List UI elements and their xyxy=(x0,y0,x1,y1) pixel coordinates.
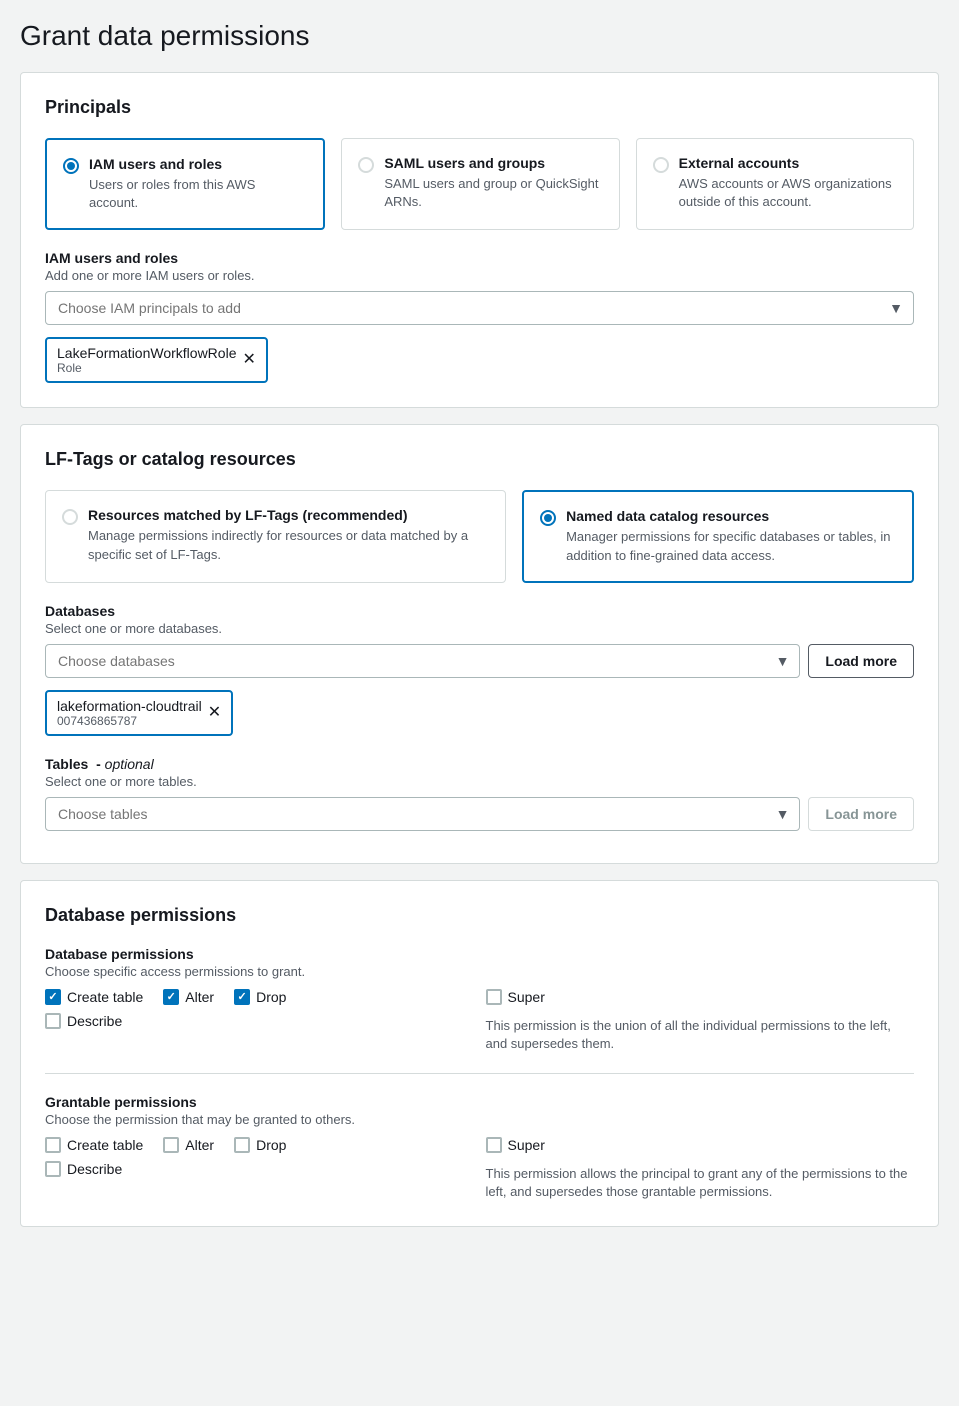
iam-select-input[interactable] xyxy=(46,292,913,324)
option-iam-title: IAM users and roles xyxy=(89,156,307,172)
cb-super-g-label: Super xyxy=(508,1137,545,1153)
principals-section: Principals IAM users and roles Users or … xyxy=(20,72,939,408)
iam-tag-chip: LakeFormationWorkflowRole Role ✕ xyxy=(45,337,268,383)
iam-tag-close[interactable]: ✕ xyxy=(242,352,255,368)
tables-select-wrapper[interactable]: ▼ xyxy=(45,797,800,831)
option-iam-desc: Users or roles from this AWS account. xyxy=(89,176,307,212)
db-permissions-group: Database permissions Choose specific acc… xyxy=(45,946,914,1053)
db-perm-label: Database permissions xyxy=(45,946,914,962)
databases-tag-label: lakeformation-cloudtrail xyxy=(57,698,202,714)
databases-label: Databases xyxy=(45,603,914,619)
databases-select-wrapper[interactable]: ▼ xyxy=(45,644,800,678)
cb-alter[interactable]: Alter xyxy=(163,989,214,1005)
lf-tags-section-title: LF-Tags or catalog resources xyxy=(45,449,914,470)
cb-create-table-g-box[interactable] xyxy=(45,1137,61,1153)
tables-load-more-button[interactable]: Load more xyxy=(808,797,914,831)
cb-drop-g[interactable]: Drop xyxy=(234,1137,286,1153)
databases-select-row: ▼ Load more xyxy=(45,644,914,678)
page-title: Grant data permissions xyxy=(20,20,939,52)
option-external-desc: AWS accounts or AWS organizations outsid… xyxy=(679,175,897,211)
lf-tags-options-row: Resources matched by LF-Tags (recommende… xyxy=(45,490,914,582)
cb-super-g-box[interactable] xyxy=(486,1137,502,1153)
cb-alter-box[interactable] xyxy=(163,989,179,1005)
option-saml-desc: SAML users and group or QuickSight ARNs. xyxy=(384,175,602,211)
cb-describe-g-box[interactable] xyxy=(45,1161,61,1177)
cb-alter-g-box[interactable] xyxy=(163,1137,179,1153)
cb-create-table[interactable]: Create table xyxy=(45,989,143,1005)
option-external[interactable]: External accounts AWS accounts or AWS or… xyxy=(636,138,914,230)
cb-super-box[interactable] xyxy=(486,989,502,1005)
principals-section-title: Principals xyxy=(45,97,914,118)
cb-describe-g[interactable]: Describe xyxy=(45,1161,122,1177)
cb-describe[interactable]: Describe xyxy=(45,1013,122,1029)
cb-super-g[interactable]: Super xyxy=(486,1137,545,1153)
grantable-perm-label: Grantable permissions xyxy=(45,1094,914,1110)
cb-alter-g[interactable]: Alter xyxy=(163,1137,214,1153)
cb-drop-label: Drop xyxy=(256,989,286,1005)
iam-tag-label: LakeFormationWorkflowRole xyxy=(57,345,236,361)
radio-saml[interactable] xyxy=(358,157,374,173)
cb-drop[interactable]: Drop xyxy=(234,989,286,1005)
grantable-perm-desc: Choose the permission that may be grante… xyxy=(45,1112,914,1127)
option-external-title: External accounts xyxy=(679,155,897,171)
database-permissions-section: Database permissions Database permission… xyxy=(20,880,939,1227)
lf-tags-section: LF-Tags or catalog resources Resources m… xyxy=(20,424,939,863)
option-named-desc: Manager permissions for specific databas… xyxy=(566,528,896,564)
tables-select-row: ▼ Load more xyxy=(45,797,914,831)
super-g-desc: This permission allows the principal to … xyxy=(486,1165,915,1201)
tables-desc: Select one or more tables. xyxy=(45,774,914,789)
cb-create-table-g[interactable]: Create table xyxy=(45,1137,143,1153)
databases-tag-chip: lakeformation-cloudtrail 007436865787 ✕ xyxy=(45,690,233,736)
cb-describe-g-label: Describe xyxy=(67,1161,122,1177)
cb-alter-label: Alter xyxy=(185,989,214,1005)
option-lf-tags[interactable]: Resources matched by LF-Tags (recommende… xyxy=(45,490,506,582)
iam-field-group: IAM users and roles Add one or more IAM … xyxy=(45,250,914,383)
databases-tag-close[interactable]: ✕ xyxy=(208,705,221,721)
db-perm-desc: Choose specific access permissions to gr… xyxy=(45,964,914,979)
grantable-perm-grid: Create table Alter Drop Describe xyxy=(45,1137,914,1201)
db-perm-grid: Create table Alter Drop xyxy=(45,989,914,1053)
cb-create-table-g-label: Create table xyxy=(67,1137,143,1153)
option-saml-title: SAML users and groups xyxy=(384,155,602,171)
radio-lf-tags[interactable] xyxy=(62,509,78,525)
tables-select-input[interactable] xyxy=(46,798,799,830)
cb-alter-g-label: Alter xyxy=(185,1137,214,1153)
tables-label: Tables - optional xyxy=(45,756,914,772)
radio-named[interactable] xyxy=(540,510,556,526)
option-lf-tags-title: Resources matched by LF-Tags (recommende… xyxy=(88,507,489,523)
option-saml[interactable]: SAML users and groups SAML users and gro… xyxy=(341,138,619,230)
option-iam[interactable]: IAM users and roles Users or roles from … xyxy=(45,138,325,230)
radio-external[interactable] xyxy=(653,157,669,173)
radio-iam[interactable] xyxy=(63,158,79,174)
option-named[interactable]: Named data catalog resources Manager per… xyxy=(522,490,914,582)
cb-drop-box[interactable] xyxy=(234,989,250,1005)
grantable-permissions-group: Grantable permissions Choose the permiss… xyxy=(45,1094,914,1201)
cb-super-label: Super xyxy=(508,989,545,1005)
iam-field-desc: Add one or more IAM users or roles. xyxy=(45,268,914,283)
cb-describe-box[interactable] xyxy=(45,1013,61,1029)
cb-drop-g-label: Drop xyxy=(256,1137,286,1153)
databases-desc: Select one or more databases. xyxy=(45,621,914,636)
iam-field-label: IAM users and roles xyxy=(45,250,914,266)
option-named-title: Named data catalog resources xyxy=(566,508,896,524)
databases-field-group: Databases Select one or more databases. … xyxy=(45,603,914,736)
cb-super[interactable]: Super xyxy=(486,989,545,1005)
permissions-divider xyxy=(45,1073,914,1074)
tables-field-group: Tables - optional Select one or more tab… xyxy=(45,756,914,831)
iam-select-wrapper[interactable]: ▼ xyxy=(45,291,914,325)
cb-drop-g-box[interactable] xyxy=(234,1137,250,1153)
principals-options-row: IAM users and roles Users or roles from … xyxy=(45,138,914,230)
option-lf-tags-desc: Manage permissions indirectly for resour… xyxy=(88,527,489,563)
database-permissions-title: Database permissions xyxy=(45,905,914,926)
databases-tag-sub: 007436865787 xyxy=(57,714,202,728)
super-desc: This permission is the union of all the … xyxy=(486,1017,915,1053)
cb-describe-label: Describe xyxy=(67,1013,122,1029)
cb-create-table-label: Create table xyxy=(67,989,143,1005)
iam-tag-sub: Role xyxy=(57,361,236,375)
databases-load-more-button[interactable]: Load more xyxy=(808,644,914,678)
databases-select-input[interactable] xyxy=(46,645,799,677)
cb-create-table-box[interactable] xyxy=(45,989,61,1005)
